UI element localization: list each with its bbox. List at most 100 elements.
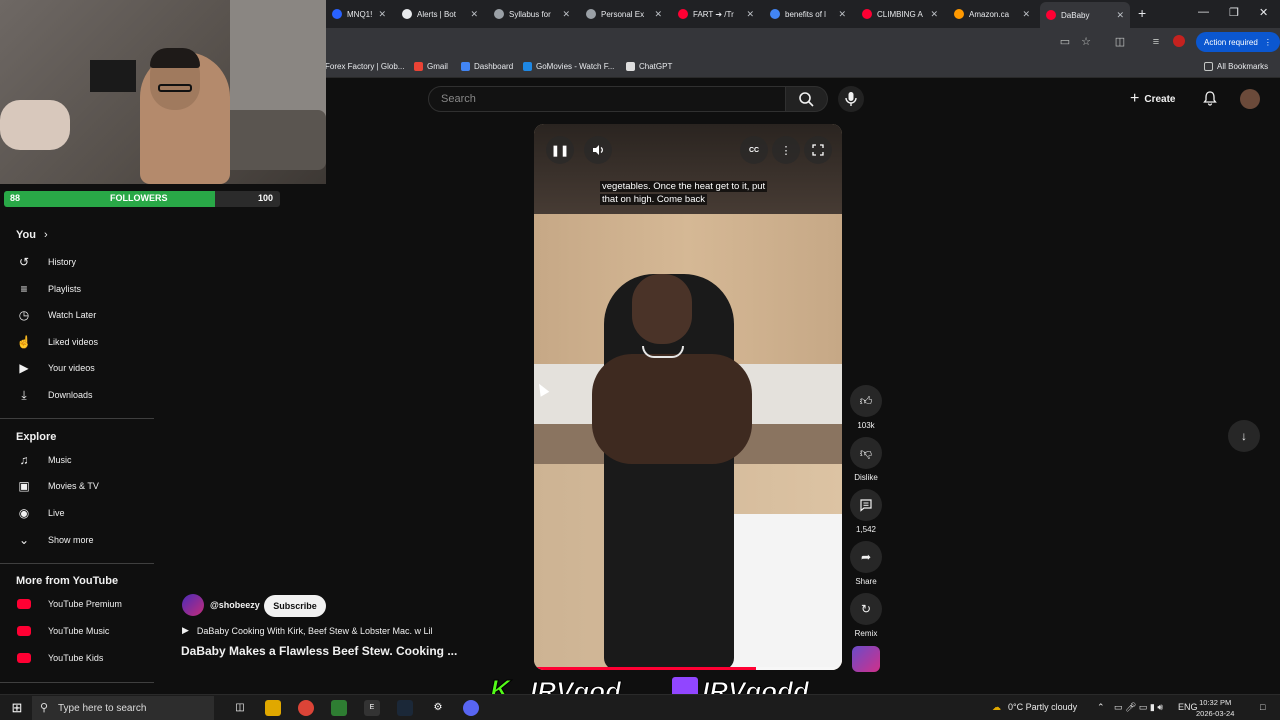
sound-thumbnail[interactable] (852, 646, 880, 672)
dislike-button[interactable]: 👎︎ (850, 437, 882, 469)
remix-button[interactable]: ↻ (850, 593, 882, 625)
close-tab-icon[interactable]: ✕ (1022, 9, 1030, 20)
browser-tab[interactable]: Syllabus for ✕ (488, 4, 576, 24)
voice-search-button[interactable] (838, 86, 864, 112)
browser-tab[interactable]: Alerts | Bot ✕ (396, 4, 484, 24)
tab-label: FART ➔ /Tr (693, 9, 734, 19)
bookmark-item[interactable]: ChatGPT (626, 62, 672, 71)
install-app-icon[interactable]: ▭ (1058, 35, 1072, 49)
share-button[interactable]: ➦ (850, 541, 882, 573)
create-button[interactable]: + Create (1130, 89, 1175, 109)
sidebar-you-header-label: You (16, 229, 36, 241)
app-icon[interactable] (331, 700, 347, 716)
sidebar-item-label: Music (48, 455, 72, 465)
sidebar-item[interactable]: ▣ Movies & TV (0, 473, 154, 499)
language-indicator[interactable]: ENG (1178, 702, 1198, 712)
channel-name[interactable]: @shobeezy (210, 600, 260, 610)
profile-icon[interactable] (1173, 35, 1185, 47)
sidebar-item[interactable]: ◉ Live (0, 500, 154, 526)
account-avatar[interactable] (1240, 89, 1260, 109)
tray-chevron-icon[interactable]: ⌃ (1097, 702, 1105, 713)
volume-button[interactable] (584, 136, 612, 164)
epic-games-icon[interactable]: E (364, 700, 380, 716)
close-tab-icon[interactable]: ✕ (378, 9, 386, 20)
subscribe-button[interactable]: Subscribe (264, 595, 326, 617)
share-icon: ➦ (860, 550, 872, 564)
notifications-icon[interactable]: □ (1260, 702, 1265, 712)
fullscreen-button[interactable] (804, 136, 832, 164)
linked-video[interactable]: ▶ DaBaby Cooking With Kirk, Beef Stew & … (182, 625, 433, 636)
windows-start-icon[interactable]: ⊞ (9, 700, 25, 716)
video-person-head (632, 274, 692, 344)
sidebar-item[interactable]: YouTube Music (0, 618, 154, 644)
notifications-button[interactable] (1202, 90, 1218, 106)
close-tab-icon[interactable]: ✕ (654, 9, 662, 20)
all-bookmarks-button[interactable]: All Bookmarks (1204, 62, 1268, 71)
sidebar-item[interactable]: ⤓ Downloads (0, 382, 154, 408)
sidebar-item[interactable]: ≡ Playlists (0, 276, 154, 302)
sidebar-more-header[interactable]: More from YouTube (16, 575, 118, 587)
close-tab-icon[interactable]: ✕ (930, 9, 938, 20)
task-view-icon[interactable]: ◫ (232, 700, 248, 716)
close-tab-icon[interactable]: ✕ (746, 9, 754, 20)
action-required-button[interactable]: Action required ⋮ (1196, 32, 1280, 52)
browser-tab[interactable]: DaBaby ✕ (1040, 2, 1130, 28)
sidebar-item[interactable]: YouTube Kids (0, 645, 154, 671)
browser-tab[interactable]: benefits of l ✕ (764, 4, 852, 24)
maximize-button[interactable]: ❐ (1229, 6, 1239, 19)
bookmark-item[interactable]: Dashboard (461, 62, 513, 71)
channel-avatar[interactable] (182, 594, 204, 616)
streamer-webcam (0, 0, 326, 184)
search-button[interactable] (786, 86, 828, 112)
weather-label[interactable]: 0°C Partly cloudy (1008, 702, 1077, 712)
like-button[interactable]: 👍︎ (850, 385, 882, 417)
sidebar-item[interactable]: ⌄ Show more (0, 527, 154, 553)
sidebar-item[interactable]: ◷ Watch Later (0, 302, 154, 328)
search-icon (799, 92, 814, 107)
bookmark-label: Forex Factory | Glob... (325, 62, 405, 71)
shorts-player[interactable]: ❚❚ CC ⋮ vegetables. Once the heat get to… (534, 124, 842, 670)
close-tab-icon[interactable]: ✕ (838, 9, 846, 20)
search-input[interactable]: Search (428, 86, 786, 112)
captions-button[interactable]: CC (740, 136, 768, 164)
new-tab-button[interactable]: + (1138, 5, 1146, 21)
browser-tab[interactable]: MNQ1! 24,3 ✕ (326, 4, 392, 24)
bookmark-item[interactable]: Gmail (414, 62, 448, 71)
minimize-button[interactable]: — (1198, 6, 1209, 18)
close-window-button[interactable]: ✕ (1259, 6, 1268, 19)
discord-icon[interactable] (463, 700, 479, 716)
followers-goal: 100 (258, 193, 274, 203)
comments-button[interactable] (850, 489, 882, 521)
close-tab-icon[interactable]: ✕ (562, 9, 570, 20)
taskbar-search[interactable]: ⚲ Type here to search (32, 696, 214, 720)
sidebar-item[interactable]: ▶ Your videos (0, 355, 154, 381)
sidebar-item[interactable]: YouTube Premium (0, 591, 154, 617)
sidebar-you-header[interactable]: You › (16, 229, 48, 241)
close-tab-icon[interactable]: ✕ (470, 9, 478, 20)
video-progress-bar[interactable] (534, 667, 842, 670)
browser-tab[interactable]: FART ➔ /Tr ✕ (672, 4, 760, 24)
sidebar-item[interactable]: ☝ Liked videos (0, 329, 154, 355)
settings-icon[interactable]: ⚙ (430, 700, 446, 716)
media-control-icon[interactable]: ≡ (1149, 35, 1163, 49)
cam-door (230, 0, 326, 120)
pause-button[interactable]: ❚❚ (546, 136, 574, 164)
steam-icon[interactable] (397, 700, 413, 716)
tray-app-icons[interactable]: ▭ 🎤︎ ▭ ▮ 🔊︎ (1114, 702, 1163, 713)
sidebar-explore-header[interactable]: Explore (16, 431, 56, 443)
browser-tab[interactable]: Amazon.ca ✕ (948, 4, 1036, 24)
browser-tab[interactable]: Personal Ex ✕ (580, 4, 668, 24)
sidebar-item[interactable]: ↺ History (0, 249, 154, 275)
clock[interactable]: 10:32 PM 2026-03-24 (1196, 697, 1234, 719)
video-title[interactable]: DaBaby Makes a Flawless Beef Stew. Cooki… (181, 644, 457, 658)
bookmark-item[interactable]: GoMovies - Watch F... (523, 62, 614, 71)
extensions-icon[interactable]: ◫ (1113, 35, 1127, 49)
more-options-button[interactable]: ⋮ (772, 136, 800, 164)
chrome-icon[interactable] (298, 700, 314, 716)
bookmark-star-icon[interactable]: ☆ (1079, 35, 1093, 49)
file-explorer-icon[interactable] (265, 700, 281, 716)
sidebar-item[interactable]: ♫ Music (0, 447, 154, 473)
next-short-button[interactable]: ↓ (1228, 420, 1260, 452)
close-tab-icon[interactable]: ✕ (1116, 10, 1124, 21)
browser-tab[interactable]: CLIMBING A ✕ (856, 4, 944, 24)
